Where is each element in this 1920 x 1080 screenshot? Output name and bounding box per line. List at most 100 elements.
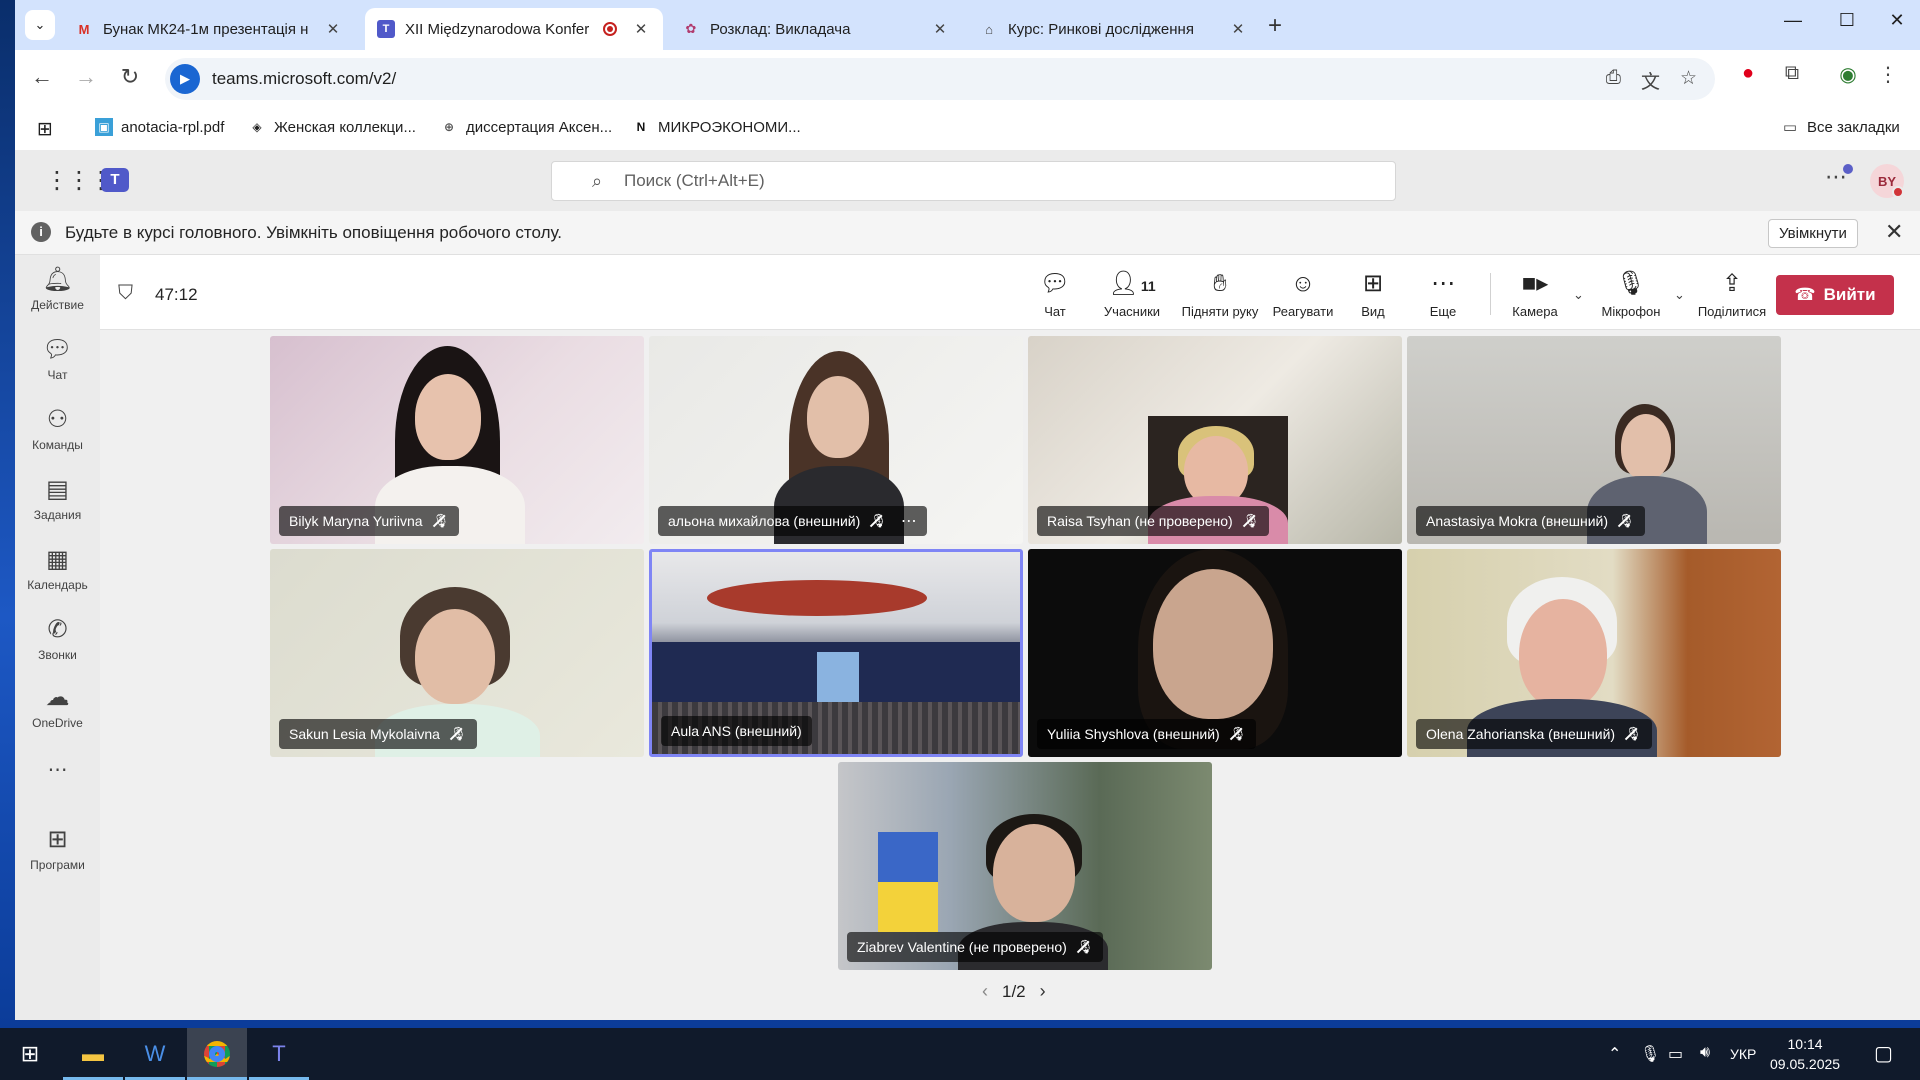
browser-menu-icon[interactable]: ⋮: [1873, 62, 1903, 87]
browser-window: ⌄ M Бунак МК24-1м презентація н ✕ T XII …: [15, 0, 1920, 1020]
install-app-icon[interactable]: ⎙: [1606, 67, 1621, 94]
tab-search-button[interactable]: ⌄: [25, 10, 55, 40]
minimize-button[interactable]: —: [1773, 10, 1813, 31]
windows-taskbar: ⊞ ▬ W T ⌃ 🎙︎ ▭ 🔊︎ УКР 10:14 09.05.2025 ▢: [0, 1028, 1920, 1080]
forward-button[interactable]: →: [71, 64, 101, 90]
video-tile[interactable]: Raisa Tsyhan (не проверено) 🎙︎: [1028, 336, 1402, 544]
bookmark-star-icon[interactable]: ☆: [1680, 67, 1697, 94]
rail-more-icon[interactable]: ⋯: [15, 755, 100, 785]
volume-icon[interactable]: 🔊︎: [1700, 1044, 1710, 1062]
rail-item-onedrive[interactable]: ☁︎ OneDrive: [15, 683, 100, 730]
participants-button[interactable]: 👤︎ 11 Учасники: [1100, 269, 1164, 319]
clock[interactable]: 10:14 09.05.2025: [1770, 1034, 1840, 1074]
file-explorer-icon[interactable]: ▬: [63, 1028, 123, 1080]
rail-item-calls[interactable]: ✆ Звонки: [15, 615, 100, 662]
rail-item-chat[interactable]: 💬︎ Чат: [15, 335, 100, 382]
search-input[interactable]: ⌕ Поиск (Ctrl+Alt+E): [551, 161, 1396, 201]
close-tab-icon[interactable]: ✕: [930, 20, 950, 38]
next-page-icon[interactable]: ›: [1040, 981, 1046, 1002]
bell-icon: 🔔︎: [42, 266, 73, 293]
react-button[interactable]: ☺ Реагувати: [1268, 269, 1338, 319]
apps-add-icon: ⊞: [47, 826, 68, 853]
language-indicator[interactable]: УКР: [1730, 1046, 1756, 1062]
new-tab-button[interactable]: +: [1268, 12, 1282, 40]
participant-name: альона михайлова (внешний): [668, 513, 861, 529]
prev-page-icon[interactable]: ‹: [982, 981, 988, 1002]
tab-strip: ⌄ M Бунак МК24-1м презентація н ✕ T XII …: [15, 0, 1920, 50]
tray-overflow-icon[interactable]: ⌃: [1608, 1044, 1621, 1064]
meeting-timer: 47:12: [155, 285, 198, 304]
video-tile[interactable]: Olena Zahorianska (внешний) 🎙︎: [1407, 549, 1781, 757]
page-indicator: 1/2: [1002, 981, 1026, 1001]
close-window-button[interactable]: ✕: [1877, 10, 1917, 31]
camera-icon: ■▸: [1521, 270, 1549, 297]
extensions-icon[interactable]: ⧉: [1777, 62, 1807, 85]
translate-icon[interactable]: 文: [1641, 67, 1660, 94]
raise-hand-button[interactable]: ✋︎ Підняти руку: [1178, 269, 1262, 319]
bookmark-item[interactable]: ⊕ диссертация Аксен...: [440, 118, 612, 136]
close-tab-icon[interactable]: ✕: [631, 20, 651, 38]
mic-off-icon: 🎙︎: [1076, 939, 1094, 954]
people-icon: 👤︎: [1108, 270, 1139, 297]
all-bookmarks-button[interactable]: ▭ Все закладки: [1781, 118, 1900, 137]
close-tab-icon[interactable]: ✕: [323, 20, 343, 38]
video-tile[interactable]: Ziabrev Valentine (не проверено) 🎙︎: [838, 762, 1212, 970]
teams-icon: T: [377, 20, 395, 38]
view-button[interactable]: ⊞ Вид: [1348, 269, 1398, 319]
mic-options-chevron-icon[interactable]: ⌄: [1674, 287, 1685, 303]
rail-item-calendar[interactable]: ▦ Календарь: [15, 545, 100, 592]
more-actions-button[interactable]: ⋯ Еще: [1418, 269, 1468, 319]
address-bar[interactable]: ▶ teams.microsoft.com/v2/ ⎙ 文 ☆: [165, 58, 1715, 100]
opera-extension-icon[interactable]: ●: [1733, 62, 1763, 85]
chat-button[interactable]: 💬︎ Чат: [1030, 269, 1080, 319]
camera-options-chevron-icon[interactable]: ⌄: [1573, 287, 1584, 303]
bookmark-item[interactable]: N МИКРОЭКОНОМИ...: [632, 118, 801, 136]
rail-item-activity[interactable]: 🔔︎ Действие: [15, 265, 100, 312]
close-tab-icon[interactable]: ✕: [1228, 20, 1248, 38]
tab-course[interactable]: ⌂ Курс: Ринкові дослідження ✕: [968, 8, 1260, 50]
collection-icon: ◈: [252, 120, 262, 134]
profile-avatar-icon[interactable]: ◉: [1833, 62, 1863, 87]
action-center-icon[interactable]: ▢: [1874, 1041, 1893, 1066]
video-tile[interactable]: Bilyk Maryna Yuriivna 🎙︎: [270, 336, 644, 544]
mic-off-icon: 🎙︎: [449, 726, 467, 741]
tab-teams-meeting[interactable]: T XII Międzynarodowa Konfer ✕: [365, 8, 663, 50]
start-button[interactable]: ⊞: [0, 1028, 60, 1080]
teams-taskbar-icon[interactable]: T: [249, 1028, 309, 1080]
rail-item-assignments[interactable]: ▤ Задания: [15, 475, 100, 522]
word-icon[interactable]: W: [125, 1028, 185, 1080]
leave-button[interactable]: ☎ Вийти: [1776, 275, 1894, 315]
tab-schedule[interactable]: ✿ Розклад: Викладача ✕: [670, 8, 962, 50]
apps-grid-icon[interactable]: ⊞: [37, 118, 53, 141]
share-button[interactable]: ⇪ Поділитися: [1697, 269, 1767, 319]
tab-gmail[interactable]: M Бунак МК24-1м презентація н ✕: [63, 8, 355, 50]
microphone-tray-icon[interactable]: 🎙︎: [1640, 1044, 1660, 1064]
toolbar-divider: [1490, 273, 1491, 315]
mic-off-icon: 🎙︎: [432, 513, 450, 528]
meeting-stage: ⛉ 47:12 💬︎ Чат 👤︎ 11 Учасники ✋︎ Підняти …: [100, 255, 1920, 1020]
network-icon[interactable]: ▭: [1668, 1044, 1683, 1064]
tile-more-icon[interactable]: ⋯: [901, 511, 917, 531]
video-tile[interactable]: Sakun Lesia Mykolaivna 🎙︎: [270, 549, 644, 757]
close-banner-icon[interactable]: ✕: [1885, 219, 1903, 245]
enable-notifications-button[interactable]: Увімкнути: [1768, 219, 1858, 248]
globe-icon: ⊕: [443, 120, 455, 134]
video-tile[interactable]: Yuliia Shyshlova (внешний) 🎙︎: [1028, 549, 1402, 757]
maximize-button[interactable]: ☐: [1827, 10, 1867, 31]
video-tile-active-speaker[interactable]: Aula ANS (внешний): [649, 549, 1023, 757]
site-camera-icon[interactable]: ▶: [170, 64, 200, 94]
back-button[interactable]: ←: [27, 64, 57, 90]
video-tile[interactable]: альона михайлова (внешний) 🎙︎ ⋯: [649, 336, 1023, 544]
reload-button[interactable]: ↻: [115, 64, 145, 90]
hand-icon: ✋︎: [1213, 270, 1227, 297]
bookmark-item[interactable]: ◈ Женская коллекци...: [248, 118, 416, 136]
rail-item-teams[interactable]: ⚇ Команды: [15, 405, 100, 452]
shield-icon[interactable]: ⛉: [118, 282, 133, 305]
calendar-icon: ▦: [46, 546, 69, 573]
mic-button[interactable]: 🎙︎ Мікрофон: [1596, 269, 1666, 319]
chrome-icon[interactable]: [187, 1028, 247, 1080]
rail-item-apps[interactable]: ⊞ Програми: [15, 825, 100, 872]
camera-button[interactable]: ■▸ Камера: [1505, 269, 1565, 319]
bookmark-item[interactable]: ▣ anotacia-rpl.pdf: [95, 118, 224, 136]
video-tile[interactable]: Anastasiya Mokra (внешний) 🎙︎: [1407, 336, 1781, 544]
